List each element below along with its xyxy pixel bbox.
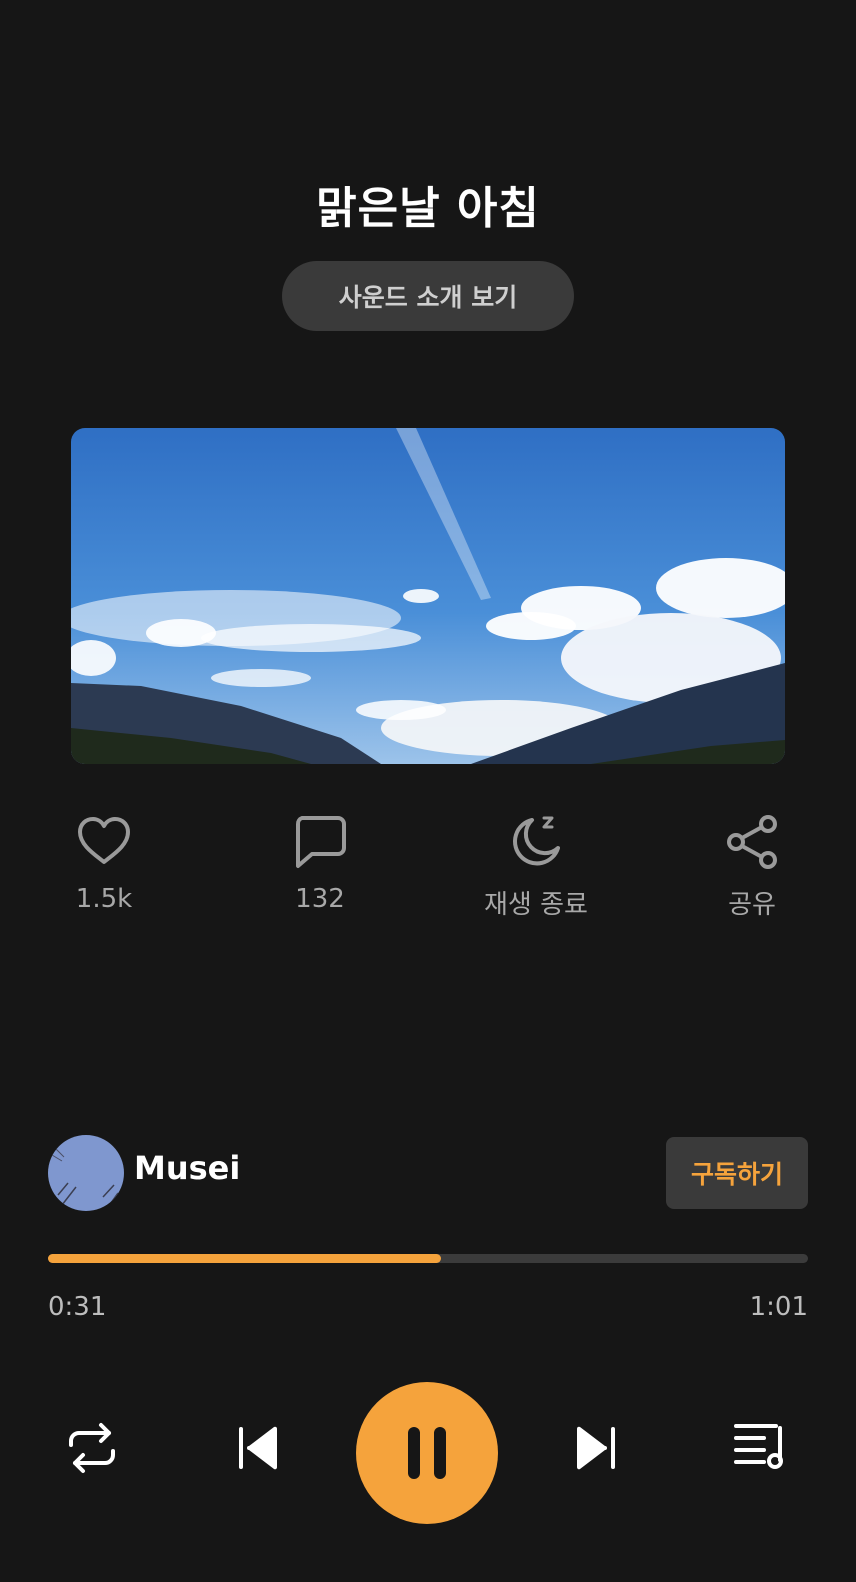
- repeat-button[interactable]: [62, 1418, 122, 1478]
- action-bar: 1.5k 132 재생 종료 공유: [0, 812, 856, 922]
- share-label: 공유: [728, 890, 776, 920]
- current-time: 0:31: [48, 1292, 107, 1322]
- next-icon: [576, 1426, 615, 1470]
- creator-row: Musei 구독하기: [48, 1135, 808, 1211]
- progress-bar[interactable]: [48, 1254, 808, 1263]
- previous-button[interactable]: [228, 1418, 288, 1478]
- pause-icon: [408, 1427, 446, 1479]
- avatar[interactable]: [48, 1135, 124, 1211]
- previous-icon: [239, 1426, 278, 1470]
- creator-name[interactable]: Musei: [134, 1149, 240, 1187]
- comment-icon: [296, 816, 346, 868]
- playlist-button[interactable]: [730, 1414, 790, 1474]
- moon-sleep-icon: [513, 816, 560, 866]
- playlist-icon: [734, 1424, 783, 1469]
- comment-count: 132: [295, 884, 345, 914]
- track-artwork: [71, 428, 785, 764]
- progress-fill: [48, 1254, 441, 1263]
- comment-action[interactable]: 132: [235, 812, 405, 914]
- share-action[interactable]: 공유: [667, 812, 837, 921]
- heart-icon: [78, 817, 130, 864]
- like-action[interactable]: 1.5k: [19, 812, 189, 914]
- sleep-timer-label: 재생 종료: [484, 890, 588, 920]
- sleep-timer-action[interactable]: 재생 종료: [451, 812, 621, 921]
- sound-intro-button[interactable]: 사운드 소개 보기: [282, 261, 574, 331]
- total-time: 1:01: [749, 1292, 808, 1322]
- repeat-icon: [69, 1423, 115, 1473]
- track-title: 맑은날 아침: [316, 183, 540, 234]
- subscribe-button[interactable]: 구독하기: [666, 1137, 808, 1209]
- like-count: 1.5k: [75, 884, 133, 914]
- share-icon: [727, 815, 777, 869]
- pause-button[interactable]: [356, 1382, 498, 1524]
- next-button[interactable]: [566, 1418, 626, 1478]
